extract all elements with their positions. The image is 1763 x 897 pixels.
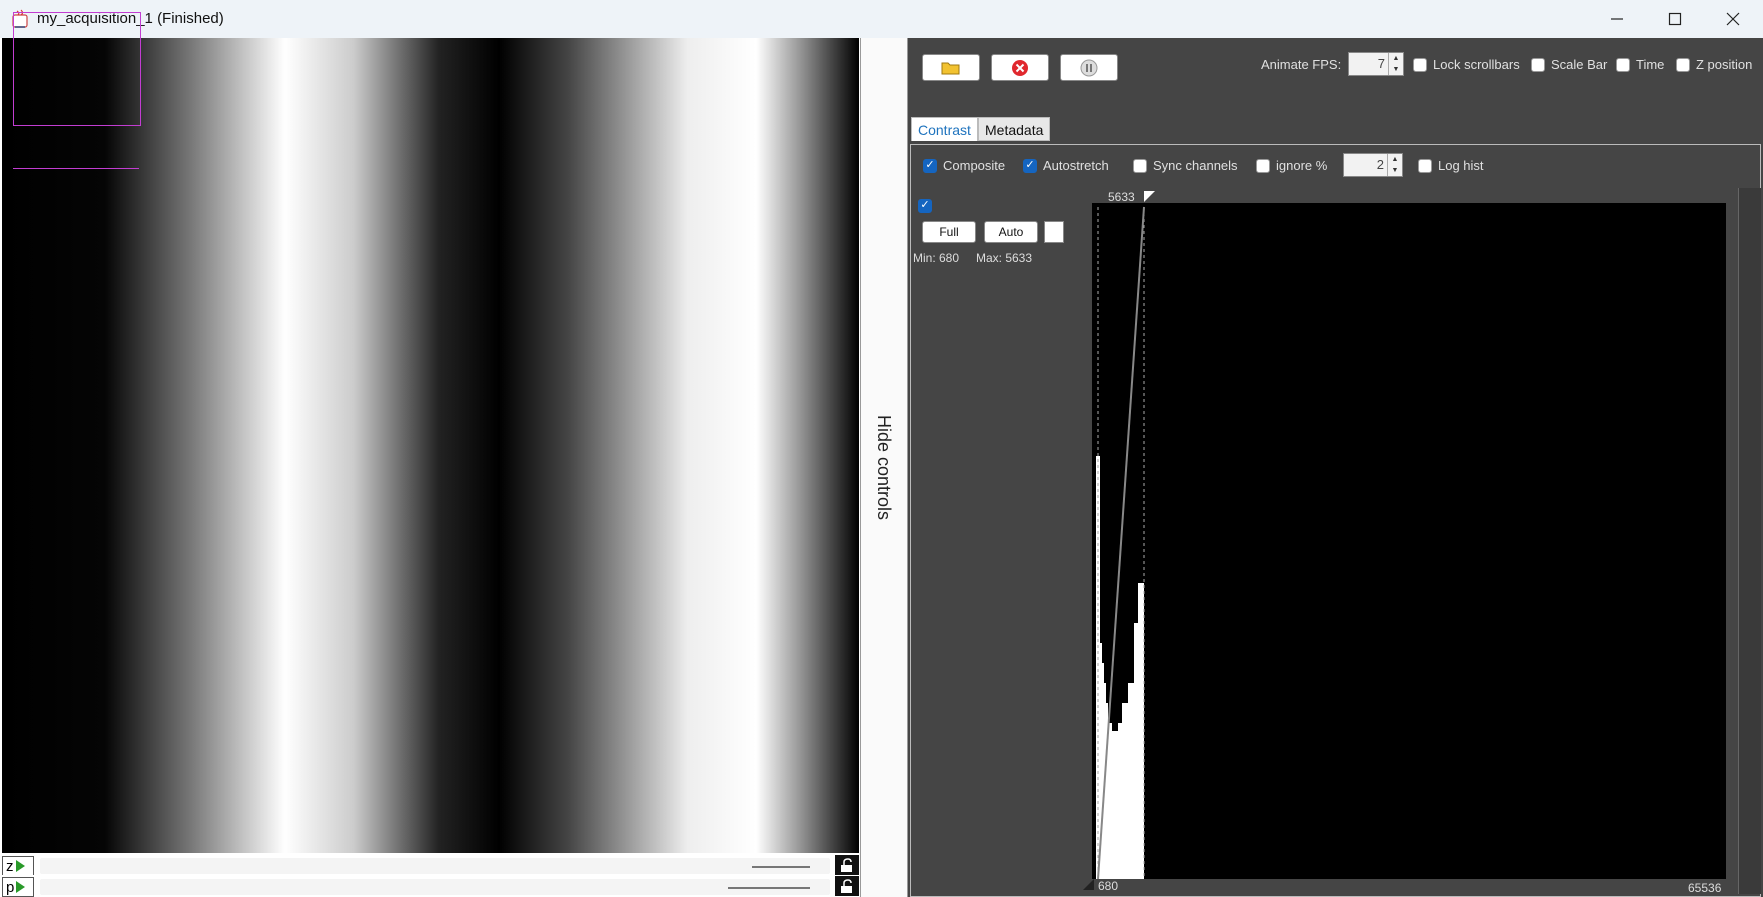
animate-fps-label: Animate FPS: bbox=[1261, 57, 1342, 72]
p-axis-animate-button[interactable]: p bbox=[2, 877, 34, 897]
checkbox-box[interactable] bbox=[1616, 57, 1630, 72]
stripe-image bbox=[2, 38, 859, 853]
roi-divider bbox=[13, 168, 139, 169]
open-folder-button[interactable] bbox=[922, 54, 980, 81]
checkbox-box[interactable] bbox=[1531, 57, 1545, 72]
play-icon bbox=[16, 881, 26, 893]
log-hist-checkbox[interactable]: Log hist bbox=[1418, 158, 1484, 173]
full-range-button[interactable]: Full bbox=[922, 221, 976, 243]
abort-button[interactable] bbox=[991, 54, 1049, 81]
ignore-pct-spinner[interactable]: 2 ▲ ▼ bbox=[1343, 153, 1403, 177]
histogram-range-label: 65536 bbox=[1688, 881, 1722, 895]
channels-scrollbar[interactable] bbox=[1738, 188, 1761, 894]
checkbox-box[interactable] bbox=[1256, 158, 1270, 173]
checkbox-checked[interactable] bbox=[918, 198, 932, 213]
sync-channels-checkbox[interactable]: Sync channels bbox=[1133, 158, 1238, 173]
checkbox-box[interactable] bbox=[1676, 57, 1690, 72]
p-scrollbar-thumb[interactable] bbox=[728, 887, 810, 889]
min-slider-handle[interactable] bbox=[1083, 878, 1095, 896]
scale-bar-checkbox[interactable]: Scale Bar bbox=[1531, 57, 1607, 72]
histogram-min-label: 680 bbox=[1098, 879, 1119, 893]
folder-icon bbox=[941, 62, 960, 74]
close-window-button[interactable] bbox=[1704, 0, 1762, 38]
auto-range-button[interactable]: Auto bbox=[984, 221, 1038, 243]
image-canvas[interactable] bbox=[2, 38, 859, 853]
stop-x-icon bbox=[1012, 59, 1028, 76]
animate-fps-value: 7 bbox=[1377, 56, 1385, 71]
max-value-label: Max: 5633 bbox=[976, 251, 1033, 265]
ignore-pct-value: 2 bbox=[1376, 157, 1384, 172]
triangle-handle-icon bbox=[1083, 879, 1094, 890]
spinner-up-icon[interactable]: ▲ bbox=[1388, 154, 1402, 165]
title-bar bbox=[0, 0, 1763, 38]
z-lock-button[interactable] bbox=[835, 855, 859, 875]
composite-checkbox[interactable]: Composite bbox=[923, 158, 1005, 173]
z-scrollbar[interactable] bbox=[40, 858, 830, 874]
p-lock-button[interactable] bbox=[835, 876, 859, 896]
p-axis-label: p bbox=[6, 878, 15, 896]
maximize-button[interactable] bbox=[1646, 0, 1704, 38]
play-icon bbox=[15, 860, 25, 872]
checkbox-box[interactable] bbox=[1133, 158, 1147, 173]
animate-fps-spinner[interactable]: 7 ▲ ▼ bbox=[1348, 52, 1404, 76]
spinner-down-icon[interactable]: ▼ bbox=[1388, 165, 1402, 176]
checkbox-checked[interactable] bbox=[1023, 158, 1037, 173]
z-axis-animate-button[interactable]: z bbox=[2, 856, 34, 876]
pause-button[interactable] bbox=[1060, 54, 1118, 81]
unlock-icon bbox=[841, 858, 852, 872]
spinner-down-icon[interactable]: ▼ bbox=[1389, 64, 1403, 75]
pause-icon bbox=[1080, 59, 1098, 76]
roi-rectangle[interactable] bbox=[13, 12, 141, 126]
hide-controls-label: Hide controls bbox=[874, 415, 894, 521]
maximize-icon bbox=[1668, 12, 1682, 26]
checkbox-box[interactable] bbox=[1418, 158, 1432, 173]
unlock-icon bbox=[841, 879, 852, 893]
channel-color-swatch[interactable] bbox=[1044, 221, 1064, 243]
checkbox-box[interactable] bbox=[1413, 57, 1427, 72]
histogram-max-label: 5633 bbox=[1108, 190, 1135, 204]
minimize-icon bbox=[1611, 18, 1623, 20]
histogram-graphic bbox=[1096, 206, 1145, 879]
tab-contrast[interactable]: Contrast bbox=[911, 117, 978, 141]
spinner-up-icon[interactable]: ▲ bbox=[1389, 53, 1403, 64]
p-scrollbar[interactable] bbox=[40, 879, 830, 895]
tab-metadata[interactable]: Metadata bbox=[978, 117, 1051, 141]
z-axis-label: z bbox=[6, 857, 14, 875]
lock-scrollbars-checkbox[interactable]: Lock scrollbars bbox=[1413, 57, 1520, 72]
close-icon bbox=[1726, 12, 1740, 26]
checkbox-checked[interactable] bbox=[923, 158, 937, 173]
z-position-checkbox[interactable]: Z position bbox=[1676, 57, 1752, 72]
min-value-label: Min: 680 bbox=[913, 251, 960, 265]
minimize-button[interactable] bbox=[1588, 0, 1646, 38]
autostretch-checkbox[interactable]: Autostretch bbox=[1023, 158, 1109, 173]
time-checkbox[interactable]: Time bbox=[1616, 57, 1664, 72]
histogram-plot[interactable] bbox=[1092, 203, 1726, 879]
max-slider-handle[interactable] bbox=[1144, 190, 1156, 208]
z-scrollbar-thumb[interactable] bbox=[752, 866, 810, 868]
ignore-pct-checkbox[interactable]: ignore % bbox=[1256, 158, 1327, 173]
triangle-handle-icon bbox=[1144, 191, 1155, 202]
channel-visible-checkbox[interactable] bbox=[918, 195, 932, 213]
